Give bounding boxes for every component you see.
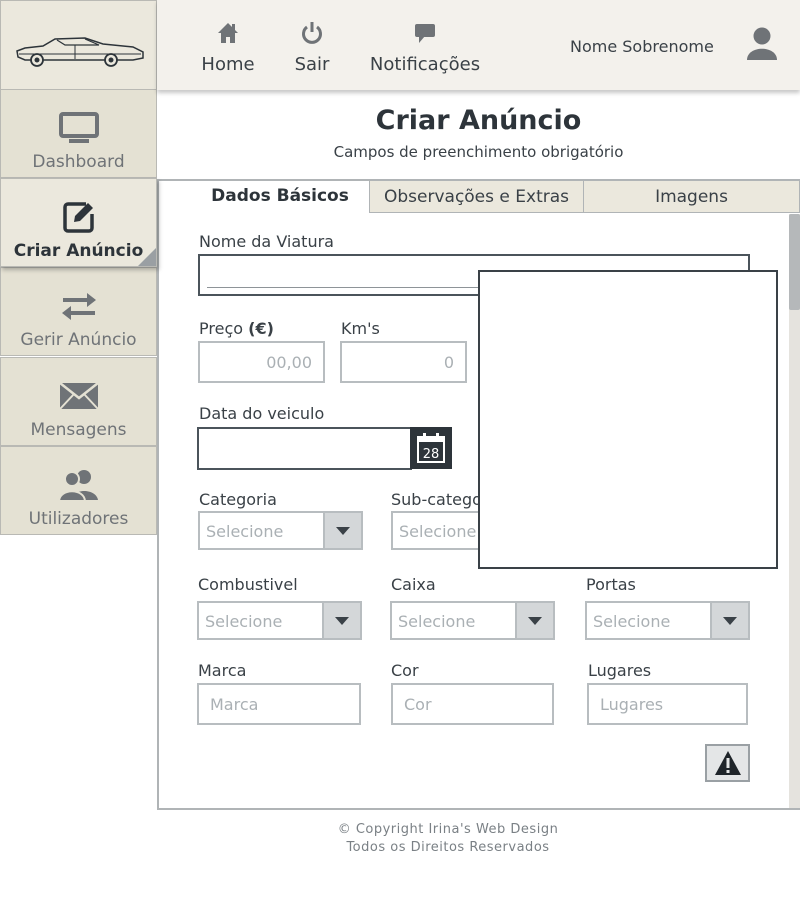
tab-dados-basicos[interactable]: Dados Básicos [190, 180, 370, 213]
sidebar-item-utilizadores[interactable]: Utilizadores [0, 446, 157, 535]
dropdown-popover[interactable] [478, 270, 778, 569]
classic-car-icon [16, 37, 144, 67]
kms-label: Km's [341, 319, 380, 338]
nav-home[interactable]: Home [195, 18, 261, 75]
users-icon [1, 467, 156, 503]
nav-label: Sair [294, 54, 330, 75]
page-subtitle: Campos de preenchimento obrigatório [333, 143, 624, 161]
envelope-icon [1, 378, 156, 414]
sidebar-item-criar-anuncio[interactable]: Criar Anúncio [0, 178, 157, 267]
warning-button[interactable] [705, 744, 750, 782]
popover-gap [480, 296, 776, 300]
nome-viatura-label: Nome da Viatura [199, 232, 334, 251]
home-icon [195, 18, 261, 48]
warning-icon [714, 751, 741, 775]
power-icon [285, 18, 339, 48]
cor-input[interactable]: Cor [391, 683, 554, 725]
caixa-value: Selecione [398, 612, 476, 631]
tab-observacoes-extras[interactable]: Observações e Extras [369, 180, 584, 213]
marca-input[interactable]: Marca [197, 683, 361, 725]
edit-icon [1, 199, 156, 235]
marca-label: Marca [198, 661, 247, 680]
sidebar-item-label: Dashboard [32, 152, 125, 172]
user-name[interactable]: Nome Sobrenome [570, 37, 714, 56]
chat-bubble-icon [367, 18, 483, 48]
preco-label: Preço (€) [199, 319, 274, 338]
tab-imagens[interactable]: Imagens [583, 180, 800, 213]
nav-notifications[interactable]: Notificações [367, 18, 483, 75]
active-corner [138, 248, 156, 266]
subcategoria-label: Sub-catego [391, 490, 482, 509]
preco-input[interactable]: 00,00 [198, 341, 325, 383]
cor-placeholder: Cor [404, 694, 432, 714]
kms-input[interactable]: 0 [340, 341, 467, 383]
swap-arrows-icon [1, 288, 156, 324]
chevron-down-icon [515, 603, 553, 638]
nav-label: Home [201, 54, 255, 75]
sidebar-item-label: Gerir Anúncio [20, 330, 137, 350]
chevron-down-icon [710, 603, 748, 638]
categoria-label: Categoria [199, 490, 277, 509]
user-icon[interactable] [745, 26, 779, 66]
monitor-icon [1, 110, 156, 146]
kms-placeholder: 0 [443, 352, 454, 372]
combustivel-label: Combustivel [198, 575, 298, 594]
top-navigation-bar: Home Sair Notificações Nome Sobrenome [157, 0, 800, 90]
app-logo[interactable] [0, 0, 157, 90]
preco-placeholder: 00,00 [266, 352, 312, 372]
footer-copyright: © Copyright Irina's Web Design [337, 822, 559, 837]
portas-value: Selecione [593, 612, 671, 631]
calendar-button[interactable]: 28 [410, 427, 452, 469]
chevron-down-icon [323, 513, 361, 548]
calendar-day: 28 [423, 447, 440, 462]
caixa-select[interactable]: Selecione [390, 601, 555, 640]
sidebar-item-label: Utilizadores [28, 509, 129, 529]
portas-select[interactable]: Selecione [585, 601, 750, 640]
sidebar-item-label: Criar Anúncio [13, 241, 144, 261]
combustivel-select[interactable]: Selecione [197, 601, 362, 640]
categoria-value: Selecione [206, 522, 284, 541]
data-veiculo-label: Data do veiculo [199, 404, 325, 423]
nav-label: Notificações [369, 54, 481, 75]
calendar-icon: 28 [417, 433, 445, 463]
lugares-placeholder: Lugares [600, 694, 664, 714]
combustivel-value: Selecione [205, 612, 283, 631]
nav-logout[interactable]: Sair [285, 18, 339, 75]
marca-placeholder: Marca [210, 694, 259, 714]
preco-unit: (€) [248, 319, 274, 338]
cor-label: Cor [391, 661, 419, 680]
preco-label-text: Preço [199, 319, 244, 338]
scrollbar-thumb[interactable] [789, 214, 800, 310]
sidebar-item-label: Mensagens [30, 420, 127, 440]
portas-label: Portas [586, 575, 636, 594]
lugares-label: Lugares [588, 661, 652, 680]
lugares-input[interactable]: Lugares [587, 683, 748, 725]
sidebar-item-gerir-anuncio[interactable]: Gerir Anúncio [0, 267, 157, 356]
chevron-down-icon [322, 603, 360, 638]
page-title: Criar Anúncio [375, 105, 582, 136]
caixa-label: Caixa [391, 575, 436, 594]
sidebar-item-mensagens[interactable]: Mensagens [0, 357, 157, 446]
sidebar-item-dashboard[interactable]: Dashboard [0, 89, 157, 178]
footer-rights: Todos os Direitos Reservados [346, 840, 550, 855]
subcategoria-value: Selecione [399, 522, 477, 541]
categoria-select[interactable]: Selecione [198, 511, 363, 550]
data-veiculo-input[interactable] [197, 427, 412, 470]
